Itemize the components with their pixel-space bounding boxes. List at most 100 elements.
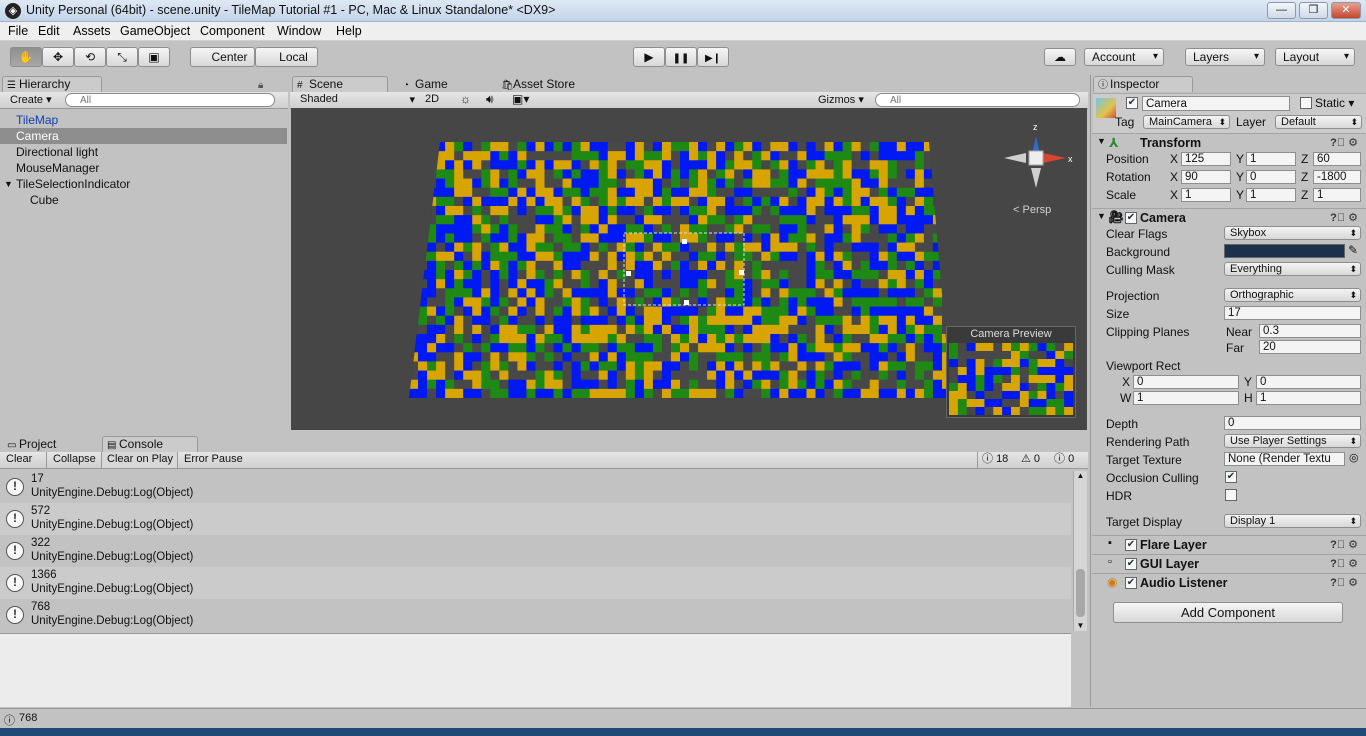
rotation-y-field[interactable] <box>1246 170 1296 184</box>
console-entry[interactable]: ! 322 UnityEngine.Debug:Log(Object) <box>0 535 1071 567</box>
lock-icon[interactable]: 🔒︎ <box>258 80 263 91</box>
hierarchy-search-input[interactable] <box>65 93 275 107</box>
orientation-gizmo[interactable]: z x <box>1004 122 1073 188</box>
tab-game[interactable]: ◔ Game <box>398 76 490 92</box>
scroll-up-icon[interactable]: ▲ <box>1074 471 1087 480</box>
culling-mask-dropdown[interactable]: Everything <box>1224 262 1361 276</box>
layout-dropdown[interactable]: Layout <box>1275 48 1355 66</box>
static-checkbox[interactable] <box>1300 97 1312 109</box>
gui-layer-checkbox[interactable]: ✔ <box>1125 558 1137 570</box>
handle[interactable] <box>682 239 687 244</box>
component-menu-icon[interactable]: ?⃞ ⚙ <box>1330 136 1358 149</box>
scene-search-input[interactable] <box>875 93 1080 107</box>
hierarchy-item-mousemanager[interactable]: MouseManager <box>0 160 287 176</box>
active-checkbox[interactable]: ✔ <box>1126 97 1138 109</box>
position-y-field[interactable] <box>1246 152 1296 166</box>
near-field[interactable] <box>1259 324 1361 338</box>
component-menu-icon[interactable]: ?⃞ ⚙ <box>1330 211 1358 224</box>
viewport-h-field[interactable] <box>1256 391 1361 405</box>
pause-button[interactable]: ❚❚ <box>665 47 697 67</box>
layer-dropdown[interactable]: Default <box>1275 115 1362 129</box>
status-message[interactable]: 768 <box>19 712 37 724</box>
transform-header[interactable]: ▼ ⅄ Transform ?⃞ ⚙ <box>1092 133 1366 151</box>
gameobject-name-field[interactable] <box>1142 96 1290 111</box>
tab-asset-store[interactable]: 🛍︎ Asset Store <box>496 76 596 92</box>
scroll-down-icon[interactable]: ▼ <box>1074 621 1087 630</box>
2d-toggle[interactable]: 2D <box>425 93 439 105</box>
gizmos-dropdown[interactable]: Gizmos ▾ <box>818 93 864 106</box>
info-count-toggle[interactable]: ⓘ 18 <box>982 452 1008 467</box>
account-dropdown[interactable]: Account <box>1084 48 1164 66</box>
scale-tool-button[interactable]: ⤡ <box>106 47 138 67</box>
console-entry[interactable]: ! 768 UnityEngine.Debug:Log(Object) <box>0 599 1071 631</box>
console-entry[interactable]: ! 17 UnityEngine.Debug:Log(Object) <box>0 471 1071 503</box>
console-entry[interactable]: ! 1366 UnityEngine.Debug:Log(Object) <box>0 567 1071 599</box>
gui-layer-header[interactable]: ▫ ✔ GUI Layer ?⃞ ⚙ <box>1092 554 1366 572</box>
far-field[interactable] <box>1259 340 1361 354</box>
cloud-services-button[interactable]: ☁ <box>1044 48 1076 66</box>
occlusion-culling-checkbox[interactable]: ✔ <box>1225 471 1237 483</box>
pivot-local-button[interactable]: Local <box>255 47 318 67</box>
tab-hierarchy[interactable]: ☰ Hierarchy <box>2 76 102 92</box>
minimize-button[interactable]: — <box>1267 2 1296 19</box>
camera-enabled-checkbox[interactable]: ✔ <box>1125 212 1137 224</box>
tag-dropdown[interactable]: MainCamera <box>1143 115 1230 129</box>
error-pause-button[interactable]: Error Pause <box>184 453 243 465</box>
object-picker-icon[interactable]: ◎ <box>1349 451 1359 464</box>
camera-component-header[interactable]: ▼ 🎥︎ ✔ Camera ?⃞ ⚙ <box>1092 208 1366 226</box>
move-tool-button[interactable]: ✥ <box>42 47 74 67</box>
tab-project[interactable]: ▭ Project <box>2 436 98 452</box>
menu-help[interactable]: Help <box>336 24 362 38</box>
rotation-z-field[interactable] <box>1313 170 1361 184</box>
step-button[interactable]: ▶❙ <box>697 47 729 67</box>
collapse-button[interactable]: Collapse <box>46 452 102 468</box>
menu-window[interactable]: Window <box>277 24 321 38</box>
tab-console[interactable]: ▤ Console <box>102 436 198 452</box>
depth-field[interactable] <box>1224 416 1361 430</box>
hierarchy-item-tilemap[interactable]: TileMap <box>0 112 287 128</box>
component-menu-icon[interactable]: ?⃞ ⚙ <box>1330 538 1358 551</box>
audio-toggle-icon[interactable]: 🔊︎ <box>486 92 494 107</box>
scale-z-field[interactable] <box>1313 188 1361 202</box>
tab-inspector[interactable]: ⓘ Inspector <box>1093 76 1193 92</box>
audio-listener-checkbox[interactable]: ✔ <box>1125 577 1137 589</box>
flare-layer-header[interactable]: ▪ ✔ Flare Layer ?⃞ ⚙ <box>1092 535 1366 553</box>
hand-tool-button[interactable]: ✋ <box>10 47 42 67</box>
perspective-label[interactable]: < Persp <box>1013 204 1051 216</box>
position-x-field[interactable] <box>1181 152 1231 166</box>
close-button[interactable]: ✕ <box>1331 2 1361 19</box>
lighting-toggle-icon[interactable]: ☼ <box>460 92 471 106</box>
handle[interactable] <box>626 271 631 276</box>
rotation-x-field[interactable] <box>1181 170 1231 184</box>
projection-dropdown[interactable]: Orthographic <box>1224 288 1361 302</box>
console-entry[interactable]: ! 572 UnityEngine.Debug:Log(Object) <box>0 503 1071 535</box>
menu-file[interactable]: File <box>8 24 28 38</box>
viewport-x-field[interactable] <box>1133 375 1239 389</box>
viewport-w-field[interactable] <box>1133 391 1239 405</box>
add-component-button[interactable]: Add Component <box>1113 602 1343 623</box>
scrollbar-thumb[interactable] <box>1076 569 1085 617</box>
console-scrollbar[interactable]: ▲ ▼ <box>1073 471 1087 631</box>
handle[interactable] <box>739 270 744 275</box>
create-dropdown[interactable]: Create ▾ <box>10 93 52 106</box>
rect-tool-button[interactable]: ▣ <box>138 47 170 67</box>
menu-edit[interactable]: Edit <box>38 24 60 38</box>
flare-layer-checkbox[interactable]: ✔ <box>1125 539 1137 551</box>
target-texture-field[interactable] <box>1224 452 1345 466</box>
menu-assets[interactable]: Assets <box>73 24 111 38</box>
maximize-button[interactable]: ❐ <box>1299 2 1328 19</box>
viewport-y-field[interactable] <box>1256 375 1361 389</box>
audio-listener-header[interactable]: ◉ ✔ Audio Listener ?⃞ ⚙ <box>1092 573 1366 591</box>
play-button[interactable]: ▶ <box>633 47 665 67</box>
collapse-arrow-icon[interactable]: ▼ <box>1097 211 1106 221</box>
scale-x-field[interactable] <box>1181 188 1231 202</box>
hdr-checkbox[interactable] <box>1225 489 1237 501</box>
target-display-dropdown[interactable]: Display 1 <box>1224 514 1361 528</box>
tab-scene[interactable]: # Scene <box>292 76 388 92</box>
effects-toggle-icon[interactable]: ▣▾ <box>512 92 529 106</box>
shading-mode-dropdown[interactable]: Shaded ▾ <box>300 93 415 106</box>
position-z-field[interactable] <box>1313 152 1361 166</box>
hierarchy-item-directional-light[interactable]: Directional light <box>0 144 287 160</box>
clear-on-play-button[interactable]: Clear on Play <box>102 452 178 468</box>
hierarchy-item-tileselectionindicator[interactable]: ▼ TileSelectionIndicator <box>0 176 287 192</box>
